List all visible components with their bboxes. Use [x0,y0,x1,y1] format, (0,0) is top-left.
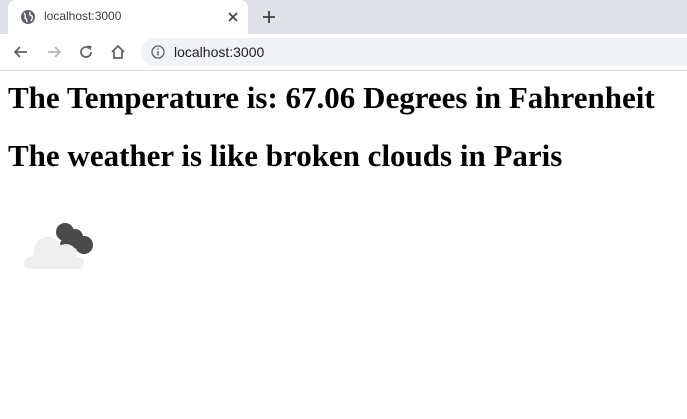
tab-title: localhost:3000 [44,9,122,23]
page-content: The Temperature is: 67.06 Degrees in Fah… [0,71,687,419]
reload-icon[interactable] [77,43,95,61]
browser-tab[interactable]: localhost:3000 [8,0,248,34]
url-text[interactable]: localhost:3000 [174,44,264,60]
globe-icon [21,10,35,24]
tab-strip: localhost:3000 [0,0,687,34]
forward-arrow-icon[interactable] [45,43,63,61]
home-icon[interactable] [109,43,127,61]
back-arrow-icon[interactable] [12,43,30,61]
new-tab-icon[interactable] [261,9,277,25]
info-icon[interactable] [151,45,165,59]
temperature-heading: The Temperature is: 67.06 Degrees in Fah… [8,80,655,115]
weather-heading: The weather is like broken clouds in Par… [8,138,563,173]
address-bar[interactable]: localhost:3000 [141,38,687,66]
broken-clouds-icon [24,223,93,269]
close-icon[interactable] [226,10,240,24]
browser-toolbar: localhost:3000 [0,34,687,71]
